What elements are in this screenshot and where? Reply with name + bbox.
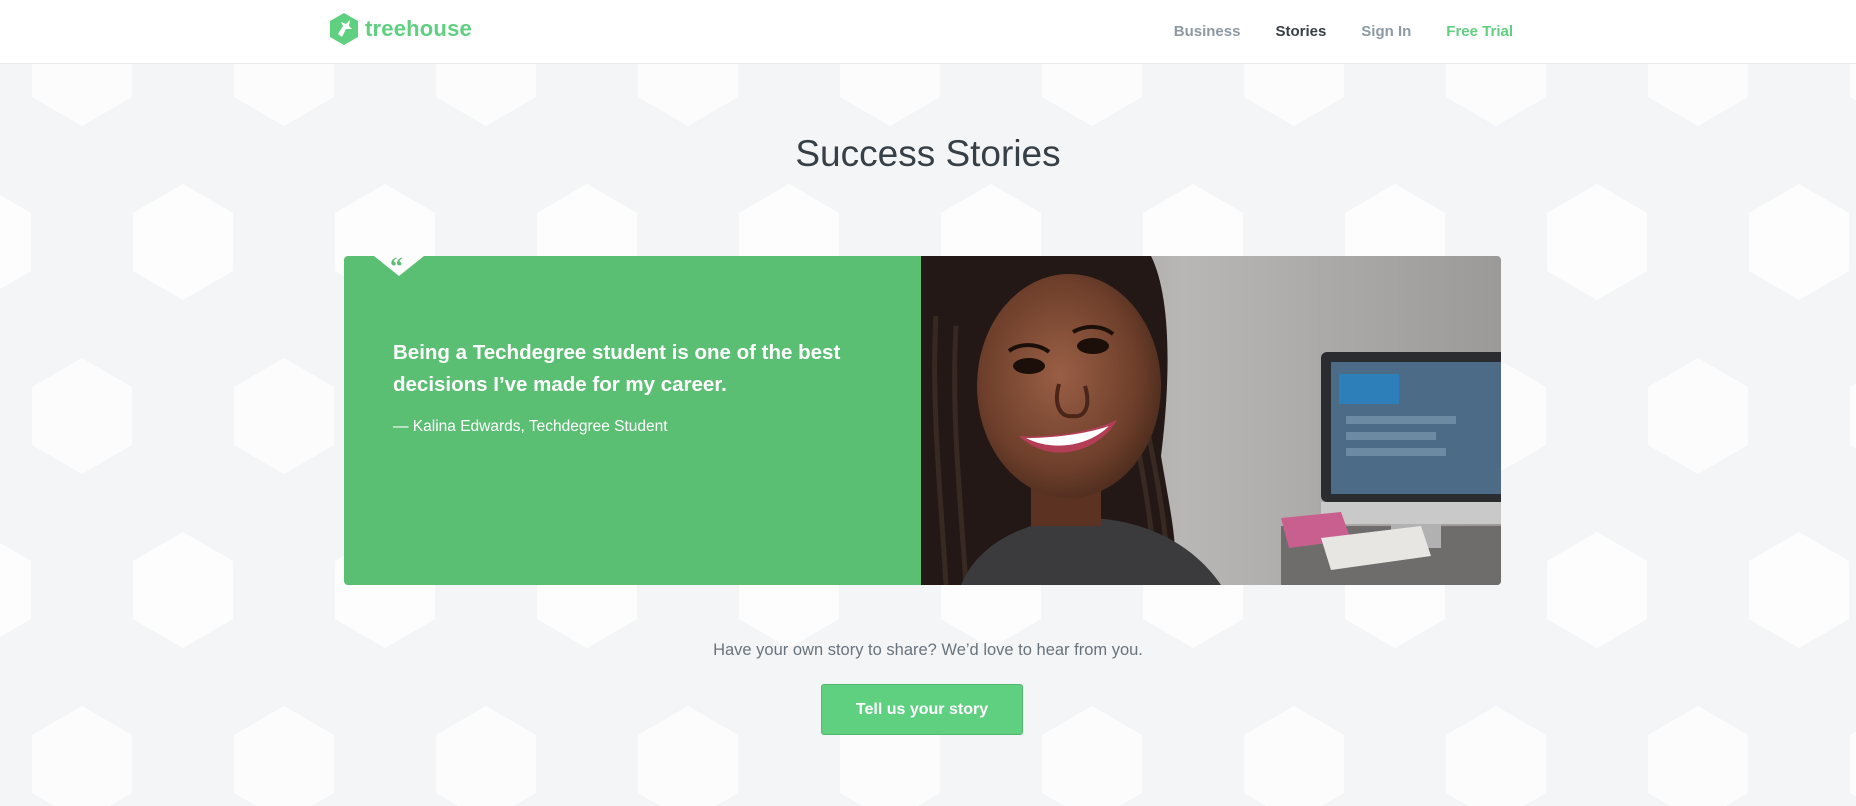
main-nav: Business Stories Sign In Free Trial <box>1174 0 1513 62</box>
nav-stories[interactable]: Stories <box>1275 23 1326 40</box>
brand-name: treehouse <box>365 16 472 41</box>
page-title: Success Stories <box>795 133 1061 174</box>
testimonial-quote: Being a Techdegree student is one of the… <box>393 341 841 396</box>
student-portrait-image <box>921 256 1501 585</box>
testimonial-author: — Kalina Edwards, Techdegree Student <box>393 418 668 435</box>
share-prompt-text: Have your own story to share? We’d love … <box>713 641 1143 659</box>
nav-free-trial[interactable]: Free Trial <box>1446 23 1513 40</box>
nav-business[interactable]: Business <box>1174 23 1241 40</box>
treehouse-logo-link[interactable]: treehouse <box>329 12 472 46</box>
testimonial-quote-panel: “ Being a Techdegree student is one of t… <box>344 256 921 585</box>
testimonial-card: “ Being a Techdegree student is one of t… <box>344 256 1501 585</box>
tell-your-story-button[interactable]: Tell us your story <box>821 684 1023 735</box>
nav-sign-in[interactable]: Sign In <box>1361 23 1411 40</box>
site-header: treehouse Business Stories Sign In Free … <box>0 0 1856 64</box>
quote-mark-icon: “ <box>390 256 403 281</box>
testimonial-photo <box>921 256 1501 585</box>
treehouse-logo-icon <box>330 13 358 45</box>
